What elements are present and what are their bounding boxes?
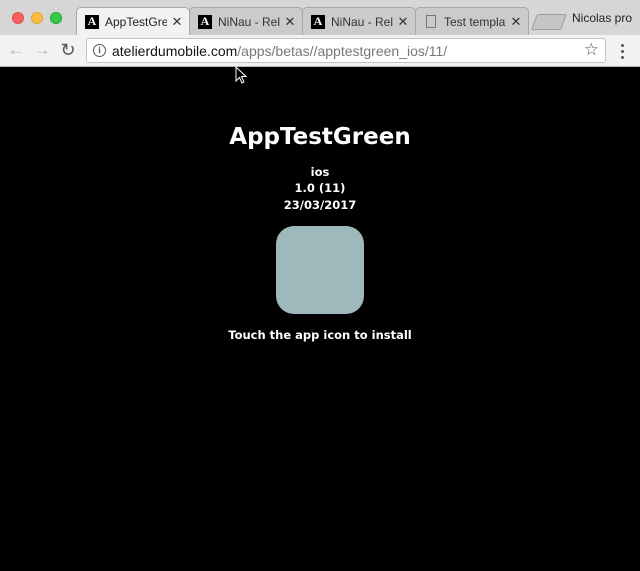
profile-name[interactable]: Nicolas pro: [572, 11, 632, 25]
site-favicon-icon: A: [198, 14, 212, 29]
url-path: /apps/betas//apptestgreen_ios/11/: [237, 42, 448, 59]
browser-toolbar: ← → ↻ i atelierdumobile.com/apps/betas//…: [0, 35, 640, 67]
info-icon[interactable]: i: [93, 44, 106, 57]
address-bar[interactable]: i atelierdumobile.com/apps/betas//apptes…: [86, 38, 606, 63]
tab-apptestgreen[interactable]: A AppTestGreen ✕: [76, 7, 190, 35]
page-content: AppTestGreen ios 1.0 (11) 23/03/2017 Tou…: [0, 68, 640, 571]
app-install-icon[interactable]: [276, 226, 364, 314]
tab-title: NiNau - Rele: [218, 14, 280, 29]
bookmark-star-icon[interactable]: ☆: [584, 40, 599, 60]
new-tab-button[interactable]: [531, 14, 567, 30]
reload-icon[interactable]: ↻: [57, 39, 79, 61]
close-tab-icon[interactable]: ✕: [510, 14, 522, 30]
tab-title: AppTestGreen: [105, 14, 167, 29]
browser-window: A AppTestGreen ✕ A NiNau - Rele ✕ A NiNa…: [0, 0, 640, 571]
mouse-cursor-icon: [235, 66, 247, 84]
date-label: 23/03/2017: [283, 198, 357, 212]
url-host: atelierdumobile.com: [112, 42, 238, 59]
tab-test-template[interactable]: Test templat ✕: [415, 7, 529, 35]
close-tab-icon[interactable]: ✕: [397, 14, 409, 30]
back-arrow-icon[interactable]: ←: [5, 39, 27, 61]
app-name-heading: AppTestGreen: [229, 124, 411, 150]
site-favicon-icon: A: [85, 14, 99, 29]
close-window-button[interactable]: [12, 12, 24, 24]
maximize-window-button[interactable]: [50, 12, 62, 24]
tab-title: Test templat: [444, 14, 506, 29]
url-text[interactable]: atelierdumobile.com/apps/betas//apptestg…: [112, 43, 447, 59]
minimize-window-button[interactable]: [31, 12, 43, 24]
site-favicon-icon: A: [311, 14, 325, 29]
tab-strip: A AppTestGreen ✕ A NiNau - Rele ✕ A NiNa…: [0, 0, 640, 35]
install-hint-text: Touch the app icon to install: [228, 328, 412, 342]
close-tab-icon[interactable]: ✕: [171, 14, 183, 30]
version-label: 1.0 (11): [294, 181, 346, 195]
more-menu-icon[interactable]: [616, 41, 628, 61]
forward-arrow-icon[interactable]: →: [31, 39, 53, 61]
platform-label: ios: [310, 165, 330, 179]
tab-ninau-2[interactable]: A NiNau - Rele ✕: [302, 7, 416, 35]
document-icon: [426, 15, 436, 28]
tab-title: NiNau - Rele: [331, 14, 393, 29]
tab-ninau-1[interactable]: A NiNau - Rele ✕: [189, 7, 303, 35]
close-tab-icon[interactable]: ✕: [284, 14, 296, 30]
